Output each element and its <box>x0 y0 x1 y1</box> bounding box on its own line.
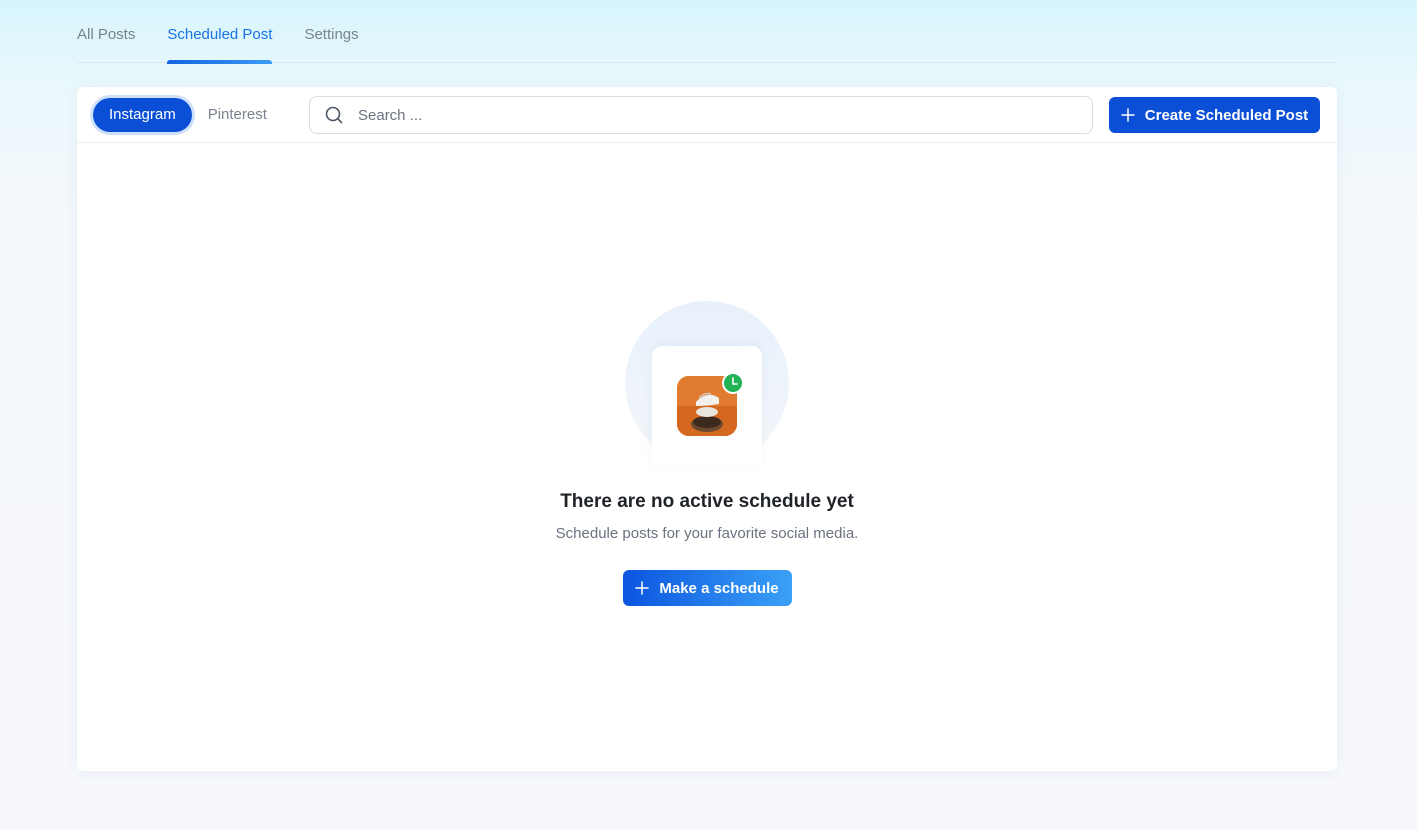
search-box <box>309 96 1093 134</box>
platform-pinterest[interactable]: Pinterest <box>192 98 283 132</box>
platform-switch: Instagram Pinterest <box>93 97 283 132</box>
platform-instagram[interactable]: Instagram <box>93 97 192 132</box>
create-button-label: Create Scheduled Post <box>1144 106 1309 124</box>
top-tabs: All Posts Scheduled Post Settings <box>77 0 1337 64</box>
scheduled-post-illustration <box>625 301 789 465</box>
empty-state-title: There are no active schedule yet <box>560 491 854 512</box>
make-a-schedule-label: Make a schedule <box>659 579 779 597</box>
clock-icon <box>722 372 744 394</box>
search-icon <box>325 106 343 124</box>
scheduled-posts-card: Instagram Pinterest Create Scheduled Pos… <box>77 87 1337 771</box>
create-scheduled-post-button[interactable]: Create Scheduled Post <box>1109 97 1320 133</box>
plus-icon <box>1121 108 1135 122</box>
search-input[interactable] <box>358 106 1058 124</box>
illustration-card <box>652 346 762 465</box>
tab-settings[interactable]: Settings <box>304 0 358 63</box>
toolbar: Instagram Pinterest Create Scheduled Pos… <box>77 87 1337 143</box>
tab-scheduled-post[interactable]: Scheduled Post <box>167 0 273 64</box>
plus-icon <box>635 581 650 595</box>
tab-all-posts[interactable]: All Posts <box>77 0 135 63</box>
make-a-schedule-button[interactable]: Make a schedule <box>622 570 792 606</box>
empty-state-subtitle: Schedule posts for your favorite social … <box>555 525 859 542</box>
empty-state: There are no active schedule yet Schedul… <box>77 301 1337 606</box>
